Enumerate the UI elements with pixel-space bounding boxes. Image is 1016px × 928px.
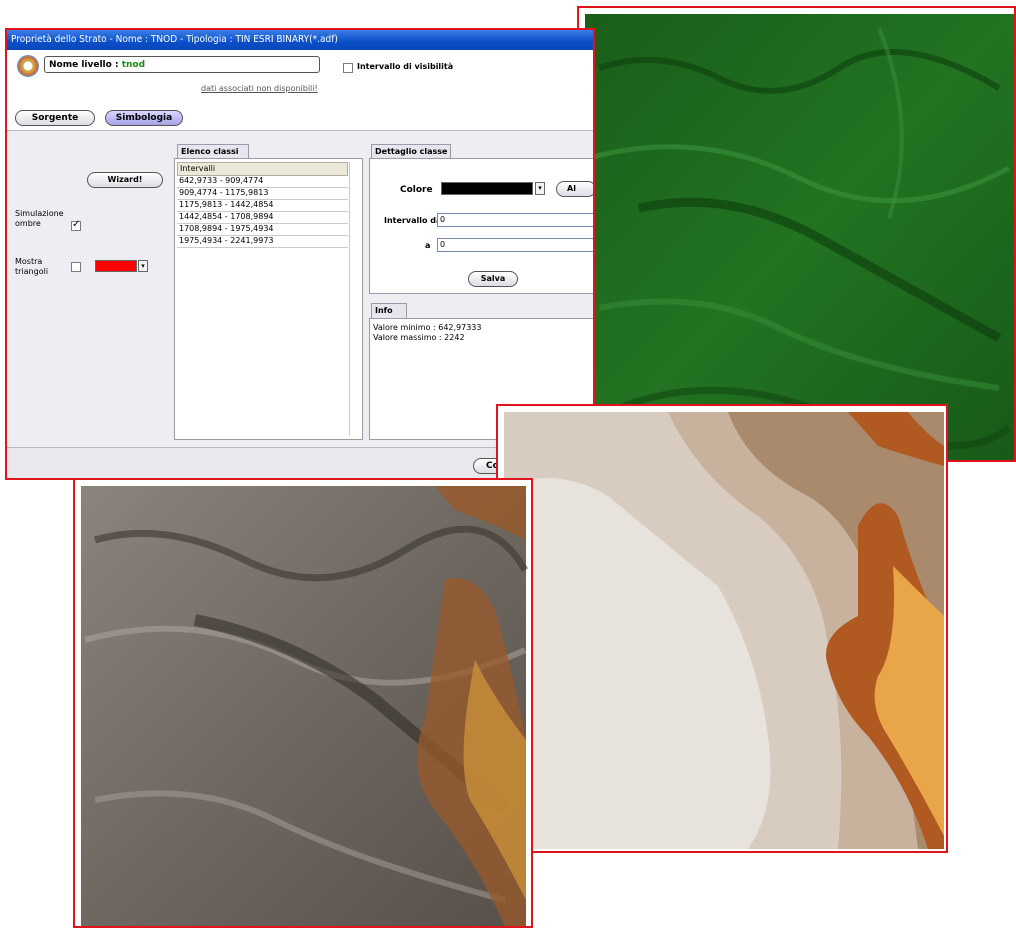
tab-simbologia[interactable]: Simbologia: [105, 110, 183, 126]
visibility-label: Intervallo di visibilità: [357, 62, 454, 71]
classes-scrollbar[interactable]: [349, 162, 360, 436]
shadow-label-text: Simulazione ombre: [15, 209, 64, 228]
layer-name-label: Nome livello :: [49, 60, 119, 70]
interval-to-label: a: [425, 241, 431, 250]
layer-name-value: tnod: [121, 60, 146, 70]
triangles-checkbox[interactable]: [71, 262, 81, 272]
color-label: Colore: [400, 185, 433, 195]
visibility-checkbox[interactable]: [343, 63, 353, 73]
tab-info[interactable]: Info: [371, 303, 407, 318]
interval-from-input[interactable]: 0: [437, 213, 593, 227]
shaded-relief-image: [73, 478, 533, 928]
elevation-classes-image: [496, 404, 948, 853]
class-color-dropdown[interactable]: ▾: [535, 182, 545, 195]
save-button[interactable]: Salva: [468, 271, 518, 287]
interval-to-input[interactable]: 0: [437, 238, 593, 252]
class-row[interactable]: 1975,4934 - 2241,9973: [177, 235, 348, 248]
dialog-title: Proprietà dello Strato - Nome : TNOD - T…: [7, 30, 593, 50]
triangles-label-text: Mostra triangoli: [15, 257, 49, 276]
triangles-color-dropdown[interactable]: ▾: [138, 260, 148, 272]
separator: [7, 130, 593, 131]
info-max: Valore massimo : 2242: [373, 333, 465, 342]
layer-name-field[interactable]: Nome livello : tnod: [44, 56, 320, 73]
tab-classes[interactable]: Elenco classi: [177, 144, 249, 159]
wizard-button[interactable]: Wizard!: [87, 172, 163, 188]
tab-class-detail[interactable]: Dettaglio classe: [371, 144, 451, 159]
classes-panel: Intervalli 642,9733 - 909,4774 909,4774 …: [174, 158, 363, 440]
classes-header: Intervalli: [177, 162, 348, 176]
triangles-color-swatch[interactable]: [95, 260, 137, 272]
shadow-label: Simulazione ombre: [15, 209, 65, 229]
green-hillshade-image: [577, 6, 1016, 462]
class-color-swatch[interactable]: [441, 182, 533, 195]
settings-gear-icon: [17, 55, 39, 77]
triangles-label: Mostra triangoli: [15, 257, 55, 277]
info-min: Valore minimo : 642,97333: [373, 323, 482, 332]
shadow-checkbox[interactable]: [71, 219, 81, 231]
extra-button[interactable]: Al: [556, 181, 593, 197]
associated-data-link[interactable]: dati associati non disponibili!: [201, 84, 318, 93]
interval-from-label: Intervallo da: [384, 216, 442, 225]
tab-sorgente[interactable]: Sorgente: [15, 110, 95, 126]
